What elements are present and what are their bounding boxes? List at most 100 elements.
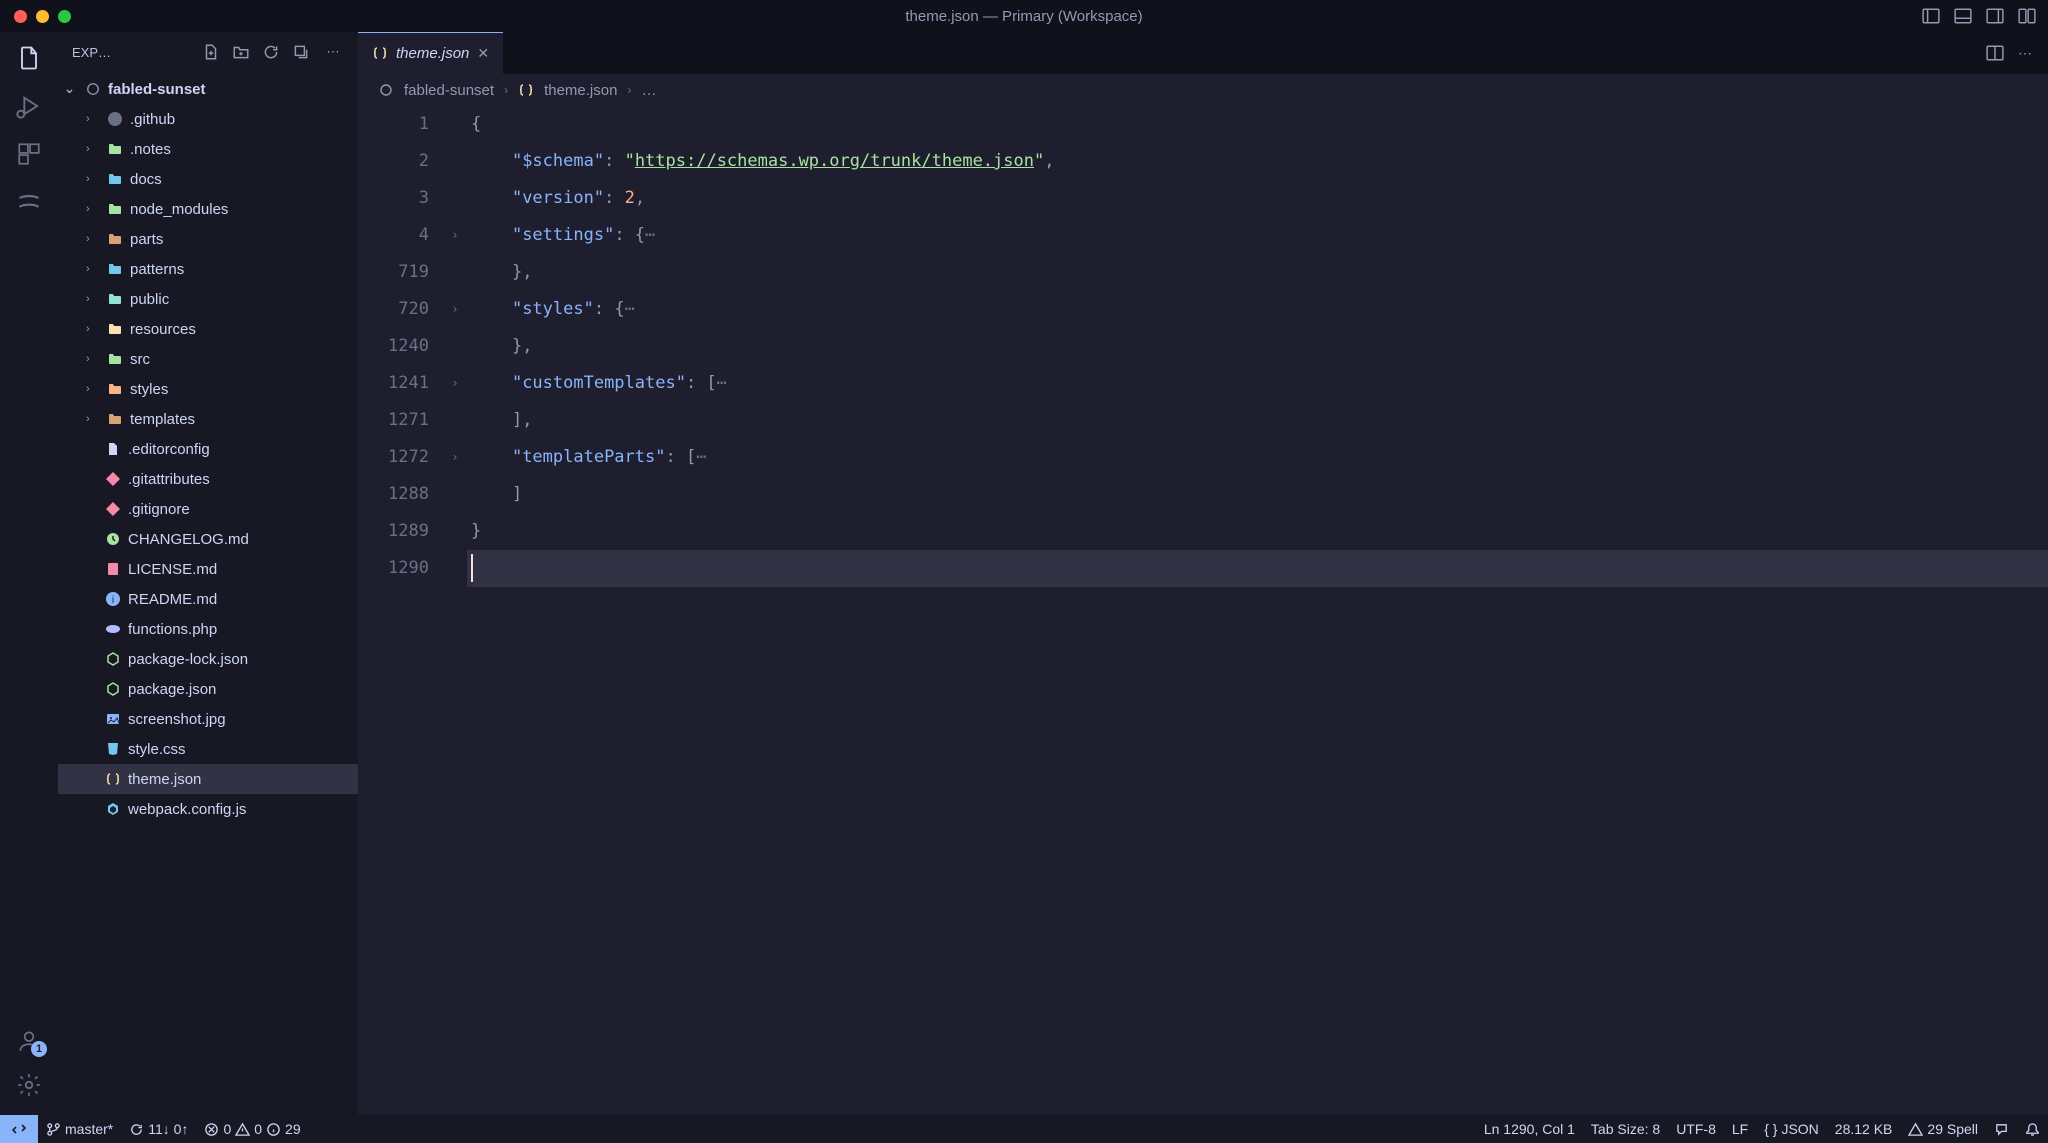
settings-gear-icon[interactable]	[15, 1071, 43, 1099]
minimize-window-button[interactable]	[36, 10, 49, 23]
language-item[interactable]: { } JSON	[1756, 1121, 1827, 1137]
folder-icon	[106, 411, 124, 427]
collapse-all-icon[interactable]	[292, 43, 314, 61]
split-editor-icon[interactable]	[1986, 44, 2004, 62]
explorer-icon[interactable]	[15, 44, 43, 72]
code-editor[interactable]: 12347197201240124112711272128812891290 ›…	[358, 106, 2048, 1115]
notifications-icon[interactable]	[2017, 1122, 2048, 1137]
fold-toggle[interactable]: ›	[443, 291, 467, 328]
git-branch-item[interactable]: master*	[38, 1121, 121, 1137]
tree-folder[interactable]: ›src	[58, 344, 358, 374]
fold-toggle[interactable]: ›	[443, 217, 467, 254]
run-debug-icon[interactable]	[15, 92, 43, 120]
editor-area: theme.json ✕ ⋯ fabled-sunset › theme.jso…	[358, 32, 2048, 1115]
tree-file[interactable]: CHANGELOG.md	[58, 524, 358, 554]
breadcrumb[interactable]: fabled-sunset › theme.json › …	[358, 74, 2048, 106]
fold-toggle	[443, 106, 467, 143]
chevron-right-icon: ›	[627, 83, 631, 97]
tab-close-icon[interactable]: ✕	[477, 45, 489, 62]
folder-icon	[106, 321, 124, 337]
extensions-icon[interactable]	[15, 140, 43, 168]
tree-folder[interactable]: ›styles	[58, 374, 358, 404]
tree-folder[interactable]: ›docs	[58, 164, 358, 194]
tree-root-folder[interactable]: ⌄fabled-sunset	[58, 74, 358, 104]
tree-folder[interactable]: ›resources	[58, 314, 358, 344]
file-icon: i	[104, 591, 122, 607]
breadcrumb-more[interactable]: …	[641, 82, 656, 99]
chevron-right-icon: ›	[504, 83, 508, 97]
maximize-window-button[interactable]	[58, 10, 71, 23]
json-file-icon	[518, 82, 534, 98]
fold-toggle	[443, 476, 467, 513]
fold-toggle	[443, 180, 467, 217]
file-icon	[104, 501, 122, 517]
tree-file[interactable]: functions.php	[58, 614, 358, 644]
json-brace-icon: { }	[1764, 1121, 1777, 1137]
tab-theme-json[interactable]: theme.json ✕	[358, 32, 503, 74]
folder-icon	[106, 351, 124, 367]
tree-folder[interactable]: ›templates	[58, 404, 358, 434]
tree-file[interactable]: webpack.config.js	[58, 794, 358, 824]
file-icon	[104, 441, 122, 457]
eol-item[interactable]: LF	[1724, 1121, 1756, 1137]
tab-more-icon[interactable]: ⋯	[2018, 45, 2032, 62]
close-window-button[interactable]	[14, 10, 27, 23]
tree-folder[interactable]: ›node_modules	[58, 194, 358, 224]
file-icon	[104, 471, 122, 487]
file-icon	[104, 801, 122, 817]
breadcrumb-file[interactable]: theme.json	[544, 82, 617, 99]
file-icon	[104, 711, 122, 727]
tree-file[interactable]: .gitattributes	[58, 464, 358, 494]
fold-toggle[interactable]: ›	[443, 439, 467, 476]
file-icon	[104, 681, 122, 697]
fold-toggle	[443, 402, 467, 439]
titlebar: theme.json — Primary (Workspace)	[0, 0, 2048, 32]
breadcrumb-repo[interactable]: fabled-sunset	[404, 82, 494, 99]
panel-toggle-left-icon[interactable]	[1922, 7, 1940, 25]
explorer-title: EXP…	[72, 45, 194, 60]
tree-file[interactable]: package-lock.json	[58, 644, 358, 674]
folder-icon	[106, 171, 124, 187]
tree-file[interactable]: LICENSE.md	[58, 554, 358, 584]
new-folder-icon[interactable]	[232, 43, 254, 61]
tree-folder[interactable]: ›patterns	[58, 254, 358, 284]
tree-file[interactable]: screenshot.jpg	[58, 704, 358, 734]
source-control-icon	[378, 82, 394, 98]
refresh-icon[interactable]	[262, 43, 284, 61]
svg-text:i: i	[112, 595, 114, 606]
tree-file[interactable]: style.css	[58, 734, 358, 764]
fold-toggle[interactable]: ›	[443, 365, 467, 402]
git-sync-item[interactable]: 11↓ 0↑	[121, 1121, 196, 1137]
customize-layout-icon[interactable]	[2018, 7, 2036, 25]
fold-toggle	[443, 143, 467, 180]
tree-file[interactable]: package.json	[58, 674, 358, 704]
tree-folder[interactable]: ›parts	[58, 224, 358, 254]
tabsize-item[interactable]: Tab Size: 8	[1583, 1121, 1668, 1137]
code-content[interactable]: { "$schema": "https://schemas.wp.org/tru…	[467, 106, 2048, 1115]
more-actions-icon[interactable]: ⋯	[322, 44, 344, 60]
filesize-item[interactable]: 28.12 KB	[1827, 1121, 1901, 1137]
panel-toggle-bottom-icon[interactable]	[1954, 7, 1972, 25]
file-icon	[104, 651, 122, 667]
tree-file[interactable]: iREADME.md	[58, 584, 358, 614]
editor-tabs: theme.json ✕ ⋯	[358, 32, 2048, 74]
feedback-icon[interactable]	[1986, 1122, 2017, 1137]
file-icon	[104, 771, 122, 787]
cursor-position-item[interactable]: Ln 1290, Col 1	[1476, 1121, 1583, 1137]
fold-toggle	[443, 328, 467, 365]
tree-file[interactable]: theme.json	[58, 764, 358, 794]
new-file-icon[interactable]	[202, 43, 224, 61]
spell-item[interactable]: 29 Spell	[1900, 1121, 1986, 1137]
accounts-icon[interactable]	[15, 1027, 43, 1055]
encoding-item[interactable]: UTF-8	[1668, 1121, 1724, 1137]
tree-file[interactable]: .gitignore	[58, 494, 358, 524]
tree-folder[interactable]: ›.notes	[58, 134, 358, 164]
tree-folder[interactable]: ›public	[58, 284, 358, 314]
tree-folder[interactable]: ›.github	[58, 104, 358, 134]
window-controls	[14, 10, 71, 23]
sublime-icon[interactable]	[15, 188, 43, 216]
tree-file[interactable]: .editorconfig	[58, 434, 358, 464]
problems-item[interactable]: 0 0 29	[196, 1121, 308, 1137]
panel-toggle-right-icon[interactable]	[1986, 7, 2004, 25]
remote-indicator[interactable]	[0, 1115, 38, 1143]
